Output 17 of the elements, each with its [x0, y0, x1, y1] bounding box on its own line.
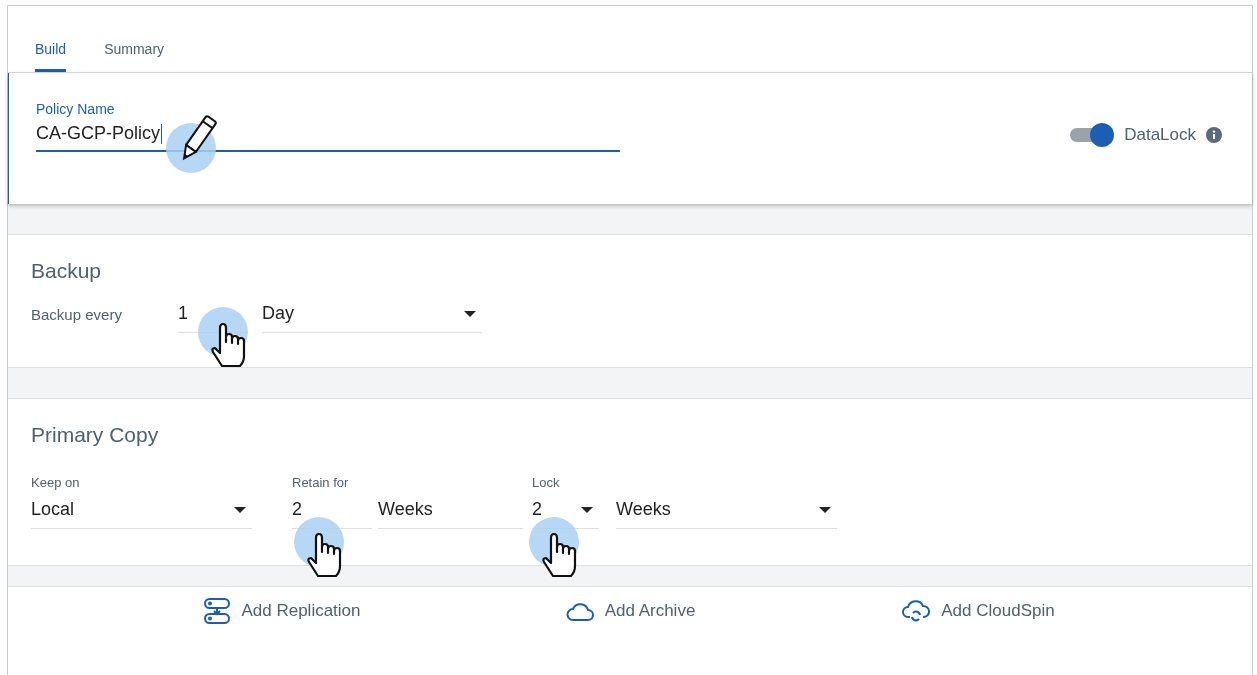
input-field[interactable]: Weeks: [378, 493, 523, 529]
section-title: Backup: [31, 259, 103, 283]
add-button[interactable]: Add Archive: [564, 587, 696, 635]
section-title: Primary Copy: [31, 423, 160, 447]
dropdown[interactable]: Local: [31, 493, 252, 529]
field-label: Policy Name: [36, 101, 116, 117]
add-button[interactable]: Add Replication: [203, 587, 361, 635]
field-label: Lock: [532, 475, 561, 492]
field-value: CA-GCP-Policy: [36, 123, 160, 144]
dropdown[interactable]: Day: [262, 297, 482, 333]
field-label: Backup every: [31, 306, 123, 325]
field-label: Keep on: [31, 475, 81, 492]
field-label: Retain for: [292, 475, 350, 492]
dropdown[interactable]: Weeks: [616, 493, 837, 529]
tab[interactable]: Summary: [104, 30, 165, 72]
toggle-label: DataLock: [1124, 125, 1196, 145]
add-button[interactable]: Add CloudSpin: [901, 587, 1055, 635]
